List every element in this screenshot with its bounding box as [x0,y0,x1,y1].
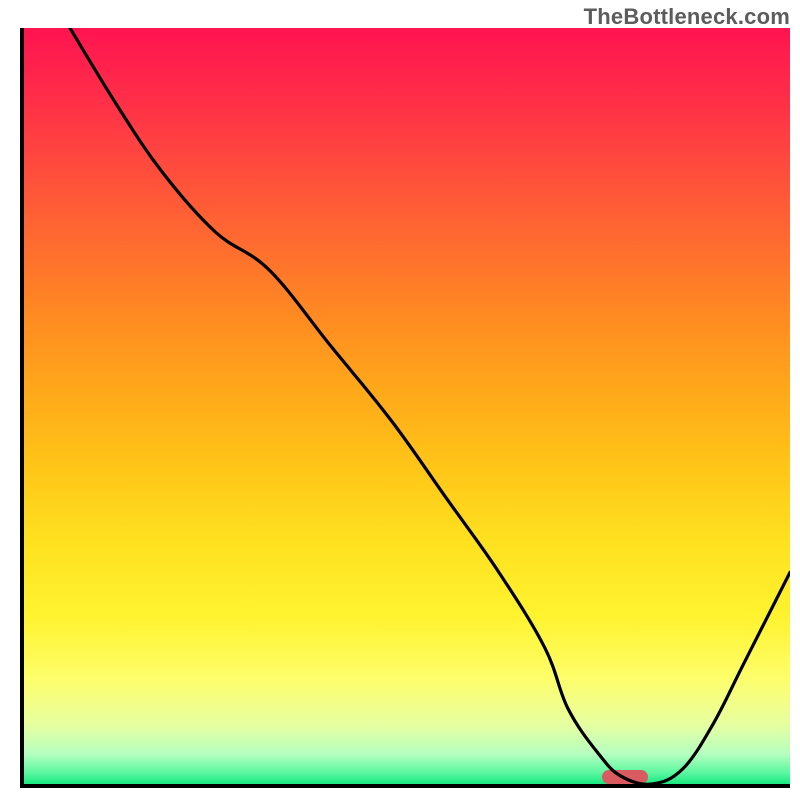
chart-stage: TheBottleneck.com [0,0,800,800]
curve-svg [24,28,790,784]
bottleneck-curve-path [70,28,790,784]
plot-area [20,28,790,788]
watermark-text: TheBottleneck.com [584,4,790,30]
